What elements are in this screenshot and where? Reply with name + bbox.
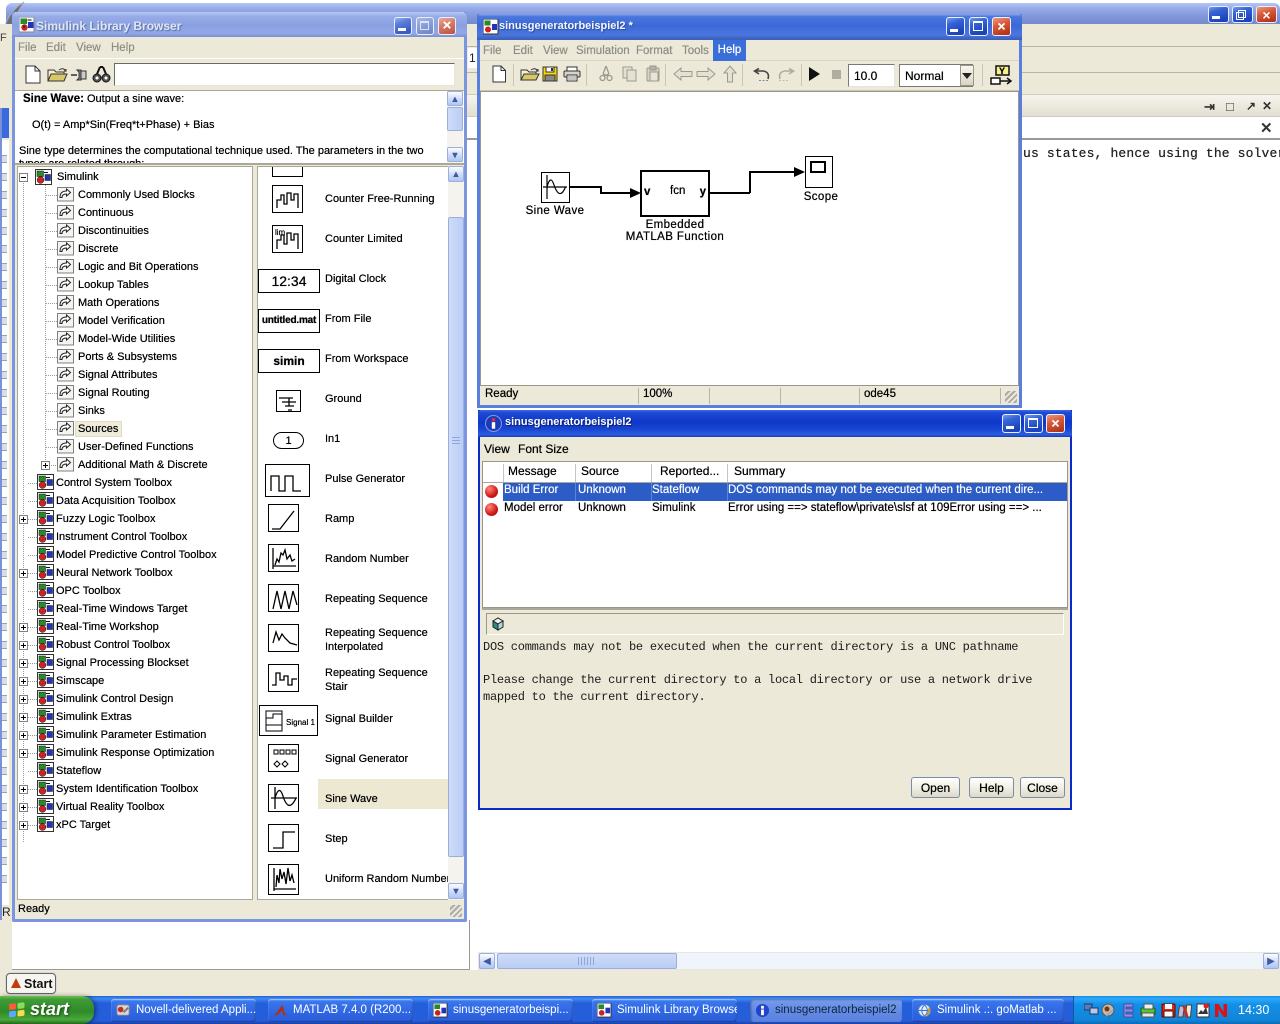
svg-text:Signal 1: Signal 1 xyxy=(286,718,315,727)
svg-text:Y: Y xyxy=(999,66,1005,76)
